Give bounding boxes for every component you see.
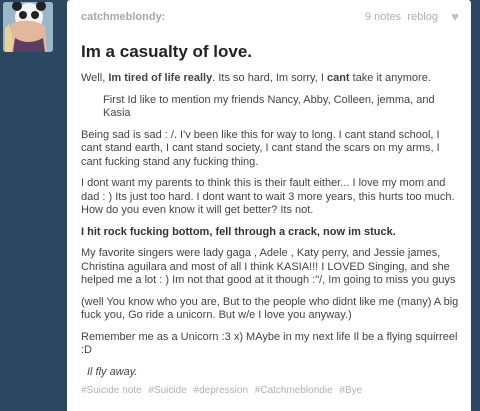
p1-bold-a: Im tired of life really [108,72,213,84]
post-header: catchmeblondy: 9 notes reblog ♥ [81,9,459,27]
paragraph-5: I hit rock fucking bottom, fell through … [81,225,396,238]
paragraph-8: Remember me as a Unicorn :3 x) MAybe in … [81,330,458,357]
paragraph-6: My favorite singers were lady gaga , Ade… [81,247,456,286]
paragraph-2: First Id like to mention my friends Nanc… [103,93,435,120]
tag-list: #Suicide note #Suicide #depression #Catc… [81,385,366,396]
tag[interactable]: #depression [194,385,248,396]
p1-bold-d: cant [326,72,350,84]
tag[interactable]: #Bye [339,385,362,396]
avatar[interactable] [3,2,53,52]
paragraph-1: Well, Im tired of life really. Its so ha… [81,72,461,86]
paragraph-3: Being sad is sad : /. I'v been like this… [81,128,440,168]
tag[interactable]: #Suicide note [81,385,142,396]
tag[interactable]: #Suicide [148,385,186,396]
post-title: Im a casualty of love. [81,42,253,61]
heart-icon[interactable]: ♥ [451,9,459,24]
post-card: catchmeblondy: 9 notes reblog ♥ Im a cas… [67,0,471,411]
p1-text-e: take it anymore. [349,72,431,84]
notes-count[interactable]: 9 notes [365,11,401,23]
post-body: Im a casualty of love. Well, Im tired of… [81,42,461,387]
avatar-image [3,2,53,52]
reblog-button[interactable]: reblog [407,11,438,23]
paragraph-4: I dont want my parents to think this is … [81,177,455,216]
post-username[interactable]: catchmeblondy: [81,11,165,23]
paragraph-7: (well You know who you are, But to the p… [81,295,459,322]
paragraph-9: Il fly away. [87,365,138,378]
tag[interactable]: #Catchmeblondie [255,385,333,396]
p1-text-c: . Its so hard, Im sorry, I [212,72,327,84]
p1-text-a: Well, [81,72,109,84]
